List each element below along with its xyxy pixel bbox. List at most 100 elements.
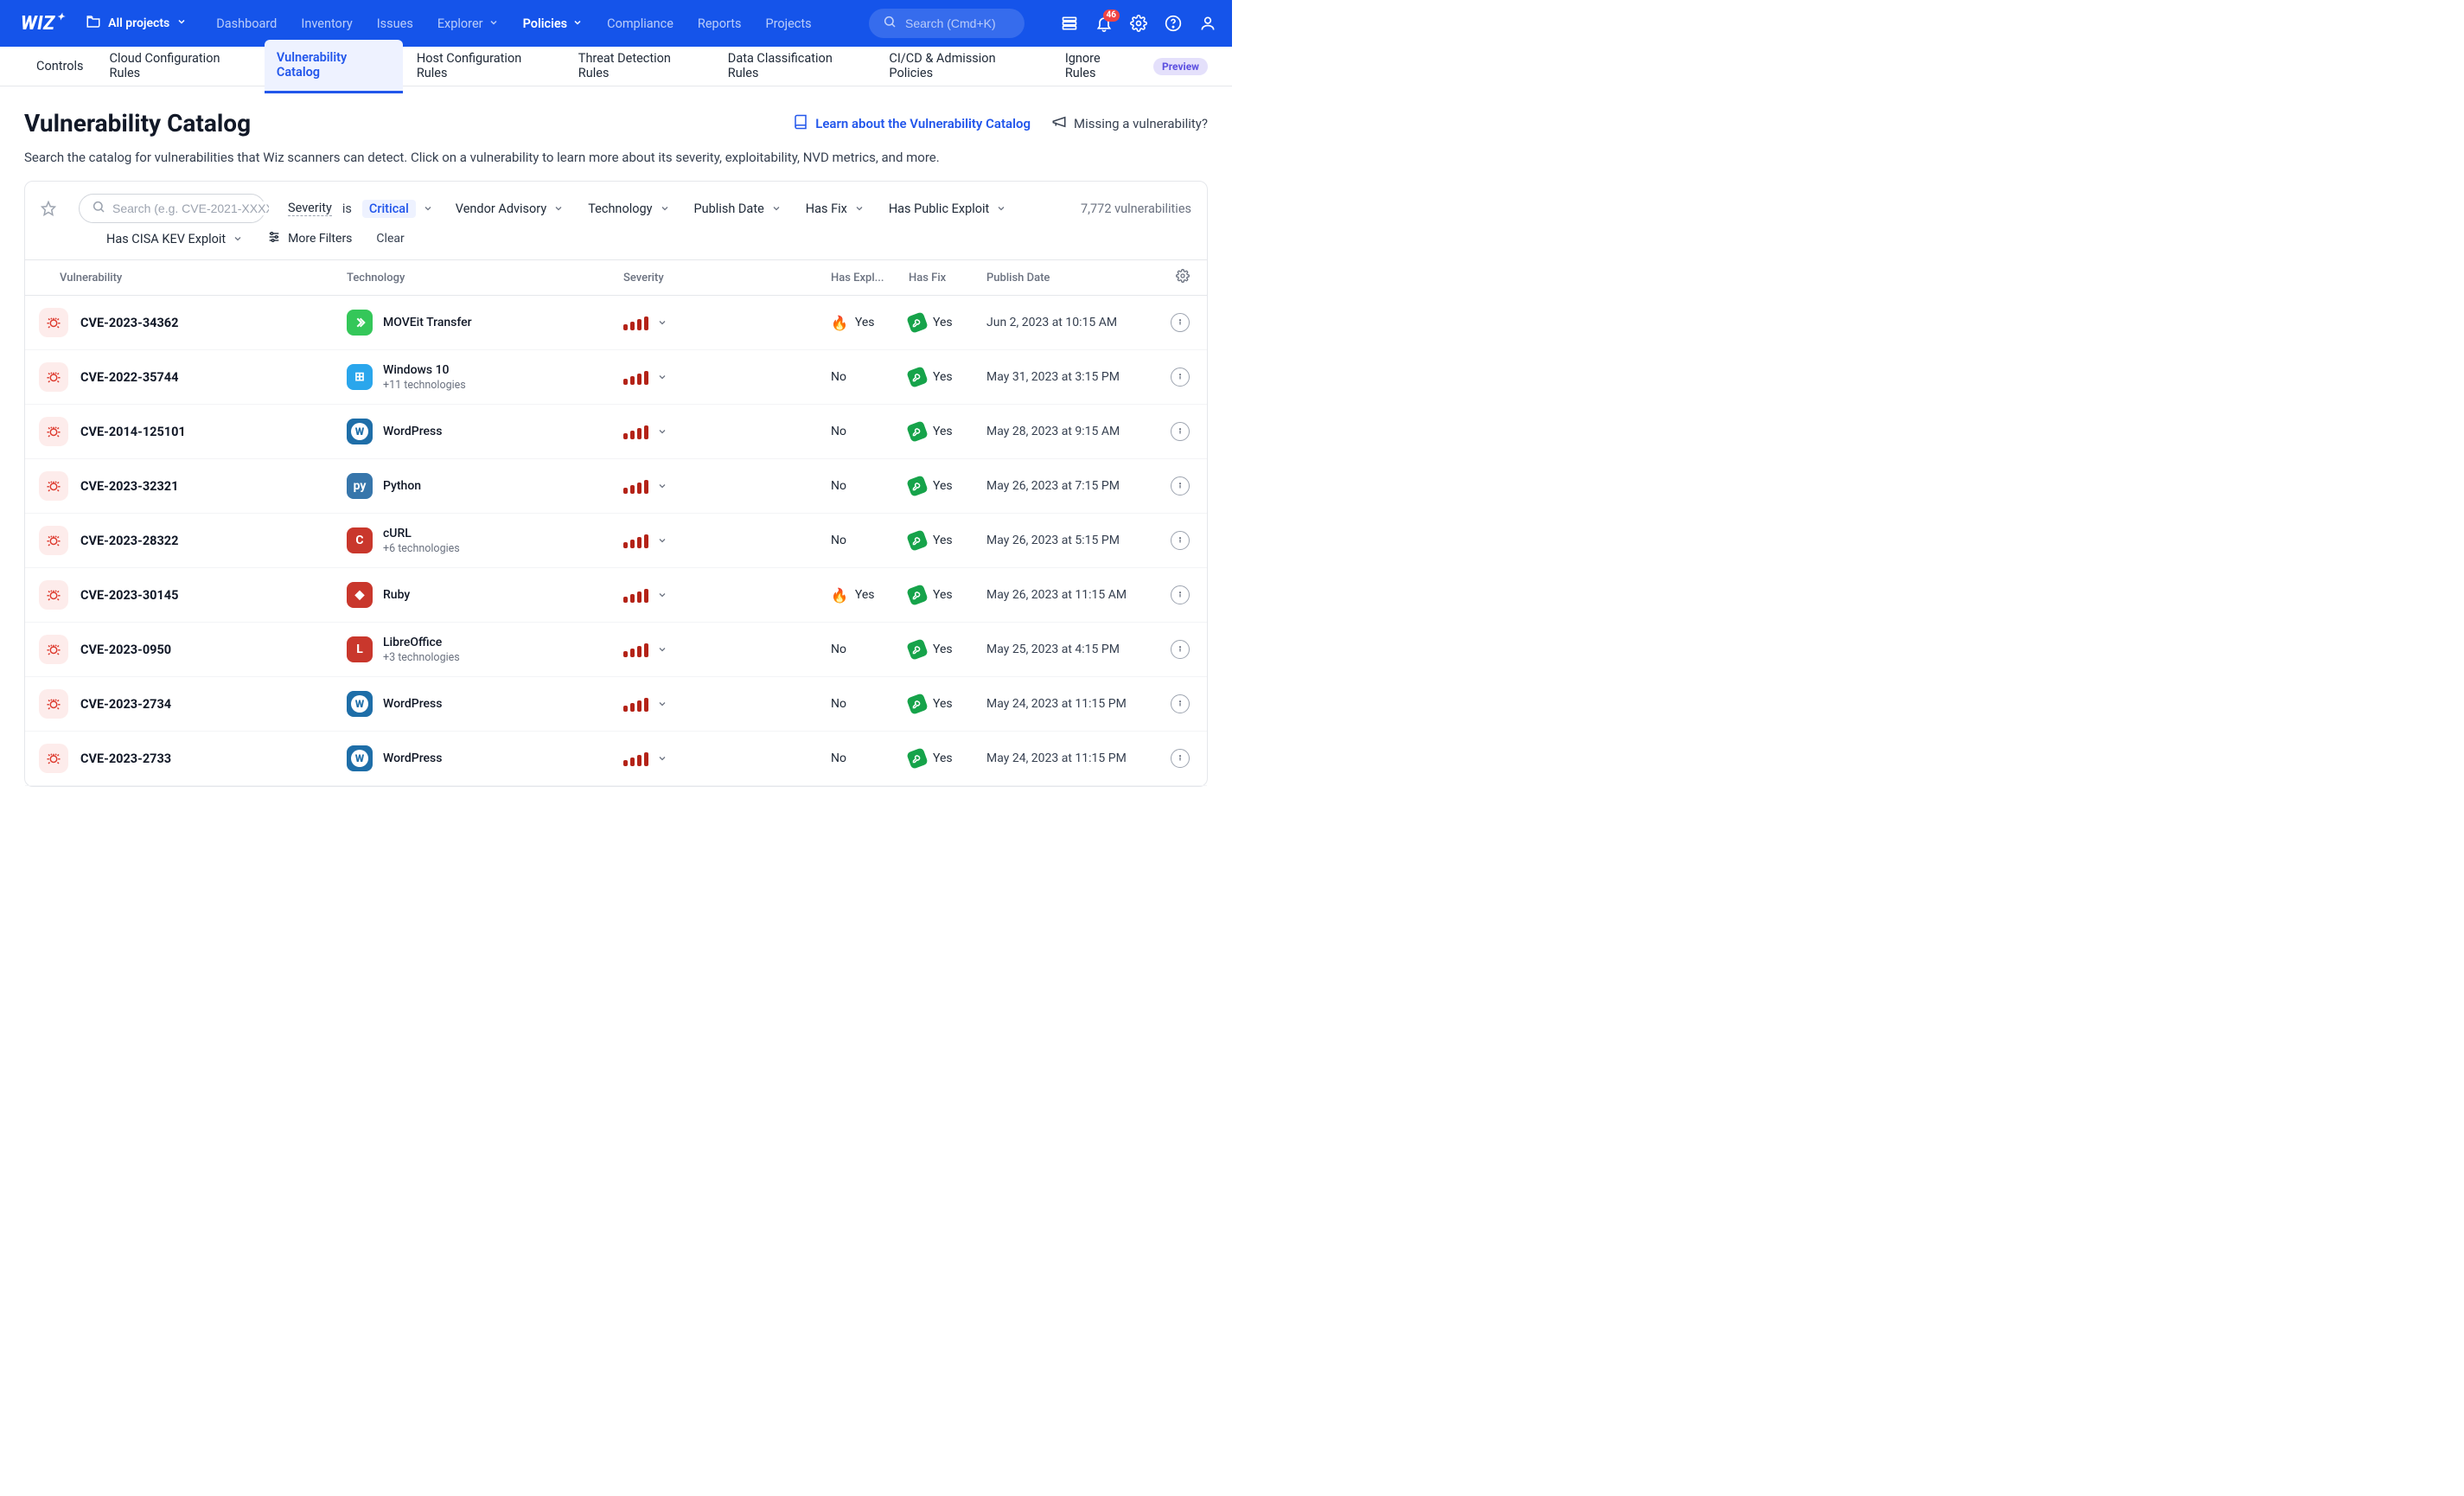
filter-vendor-advisory[interactable]: Vendor Advisory — [456, 201, 564, 216]
cve-id: CVE-2023-28322 — [80, 534, 178, 548]
global-search-input[interactable] — [905, 16, 1011, 30]
table-row[interactable]: CVE-2023-30145◆Ruby🔥YesYesMay 26, 2023 a… — [25, 568, 1207, 623]
exploit-value: No — [831, 643, 846, 656]
severity-cell[interactable] — [623, 424, 810, 439]
fix-value: Yes — [933, 751, 953, 765]
col-vuln[interactable]: Vulnerability — [25, 260, 336, 296]
filter-has-public-exploit[interactable]: Has Public Exploit — [889, 201, 1006, 216]
tab-host-configuration-rules[interactable]: Host Configuration Rules — [405, 41, 565, 92]
exploit-value: Yes — [855, 316, 875, 329]
tech-name: Windows 10 — [383, 363, 466, 377]
table-row[interactable]: CVE-2023-32321pyPythonNoYesMay 26, 2023 … — [25, 459, 1207, 514]
help-icon[interactable] — [1165, 15, 1182, 32]
clear-filters[interactable]: Clear — [376, 232, 404, 246]
info-icon[interactable] — [1171, 694, 1190, 713]
tab-data-classification-rules[interactable]: Data Classification Rules — [716, 41, 876, 92]
publish-date: May 25, 2023 at 4:15 PM — [976, 623, 1160, 677]
tab-vulnerability-catalog[interactable]: Vulnerability Catalog — [265, 40, 403, 93]
col-tech[interactable]: Technology — [336, 260, 613, 296]
tech-name: LibreOffice — [383, 636, 460, 649]
table-row[interactable]: CVE-2023-2733WWordPressNoYesMay 24, 2023… — [25, 732, 1207, 786]
table-row[interactable]: CVE-2023-34362MOVEit Transfer🔥YesYesJun … — [25, 296, 1207, 350]
table-row[interactable]: CVE-2023-0950LLibreOffice+3 technologies… — [25, 623, 1207, 677]
severity-cell[interactable] — [623, 315, 810, 330]
nav-dashboard[interactable]: Dashboard — [216, 16, 277, 31]
nav-compliance[interactable]: Compliance — [607, 16, 673, 31]
global-search[interactable] — [869, 9, 1025, 38]
severity-cell[interactable] — [623, 478, 810, 494]
project-picker[interactable]: All projects — [86, 14, 187, 33]
fix-value: Yes — [933, 534, 953, 547]
filter-severity[interactable]: Severity is Critical — [288, 200, 433, 218]
missing-label: Missing a vulnerability? — [1074, 116, 1208, 131]
tab-cloud-configuration-rules[interactable]: Cloud Configuration Rules — [98, 41, 263, 92]
col-fix[interactable]: Has Fix — [898, 260, 976, 296]
tab-ignore-rules[interactable]: Ignore Rules — [1053, 41, 1145, 92]
info-icon[interactable] — [1171, 585, 1190, 604]
page-title: Vulnerability Catalog — [24, 109, 251, 137]
gear-icon[interactable] — [1130, 15, 1147, 32]
chevron-down-icon — [657, 644, 667, 655]
missing-link[interactable]: Missing a vulnerability? — [1051, 114, 1208, 133]
table-row[interactable]: CVE-2014-125101WWordPressNoYesMay 28, 20… — [25, 405, 1207, 459]
nav-reports[interactable]: Reports — [698, 16, 742, 31]
nav-projects[interactable]: Projects — [765, 16, 811, 31]
policies-subnav: ControlsCloud Configuration RulesVulnera… — [0, 47, 1232, 86]
info-icon[interactable] — [1171, 368, 1190, 387]
severity-cell[interactable] — [623, 696, 810, 712]
severity-bars-icon — [623, 478, 648, 494]
nav-issues[interactable]: Issues — [377, 16, 413, 31]
filter-technology[interactable]: Technology — [588, 201, 669, 216]
publish-date: May 24, 2023 at 11:15 PM — [976, 677, 1160, 732]
queue-icon[interactable] — [1061, 15, 1078, 32]
tech-icon: L — [347, 636, 373, 662]
filter-publish-date[interactable]: Publish Date — [694, 201, 782, 216]
table-row[interactable]: CVE-2023-28322CcURL+6 technologiesNoYesM… — [25, 514, 1207, 568]
chevron-down-icon — [657, 481, 667, 491]
severity-bars-icon — [623, 587, 648, 603]
info-icon[interactable] — [1171, 531, 1190, 550]
info-icon[interactable] — [1171, 749, 1190, 768]
col-expl[interactable]: Has Expl... — [820, 260, 898, 296]
learn-link[interactable]: Learn about the Vulnerability Catalog — [793, 114, 1031, 133]
table-settings-icon[interactable] — [1176, 273, 1190, 286]
more-filters[interactable]: More Filters — [267, 230, 352, 247]
severity-cell[interactable] — [623, 587, 810, 603]
catalog-search[interactable] — [79, 194, 265, 223]
favorite-icon[interactable] — [41, 201, 56, 216]
severity-cell[interactable] — [623, 533, 810, 548]
severity-cell[interactable] — [623, 642, 810, 657]
table-row[interactable]: CVE-2023-2734WWordPressNoYesMay 24, 2023… — [25, 677, 1207, 732]
main-nav: Dashboard Inventory Issues Explorer Policies… — [216, 16, 811, 31]
info-icon[interactable] — [1171, 313, 1190, 332]
catalog-search-input[interactable] — [112, 201, 269, 215]
bell-icon[interactable]: 46 — [1095, 15, 1113, 32]
col-date[interactable]: Publish Date — [976, 260, 1160, 296]
chevron-down-icon — [657, 535, 667, 546]
filter-kev[interactable]: Has CISA KEV Exploit — [106, 232, 243, 246]
col-sev[interactable]: Severity — [613, 260, 820, 296]
publish-date: May 26, 2023 at 5:15 PM — [976, 514, 1160, 568]
tech-icon: C — [347, 527, 373, 553]
tab-threat-detection-rules[interactable]: Threat Detection Rules — [566, 41, 714, 92]
filter-has-fix[interactable]: Has Fix — [806, 201, 865, 216]
exploit-value: No — [831, 697, 846, 711]
info-icon[interactable] — [1171, 640, 1190, 659]
logo[interactable]: WIZ✦ — [21, 13, 65, 35]
nav-explorer[interactable]: Explorer — [437, 16, 499, 31]
user-icon[interactable] — [1199, 15, 1216, 32]
severity-cell[interactable] — [623, 751, 810, 766]
table-row[interactable]: CVE-2022-35744⊞Windows 10+11 technologie… — [25, 350, 1207, 405]
chevron-down-icon — [657, 372, 667, 382]
nav-policies[interactable]: Policies — [523, 16, 584, 31]
cve-id: CVE-2023-2734 — [80, 697, 171, 712]
info-icon[interactable] — [1171, 422, 1190, 441]
info-icon[interactable] — [1171, 476, 1190, 495]
publish-date: May 31, 2023 at 3:15 PM — [976, 350, 1160, 405]
nav-inventory[interactable]: Inventory — [301, 16, 352, 31]
chevron-down-icon — [657, 590, 667, 600]
severity-cell[interactable] — [623, 369, 810, 385]
tab-controls[interactable]: Controls — [24, 48, 96, 85]
tab-ci-cd-admission-policies[interactable]: CI/CD & Admission Policies — [877, 41, 1050, 92]
cve-id: CVE-2014-125101 — [80, 425, 186, 439]
